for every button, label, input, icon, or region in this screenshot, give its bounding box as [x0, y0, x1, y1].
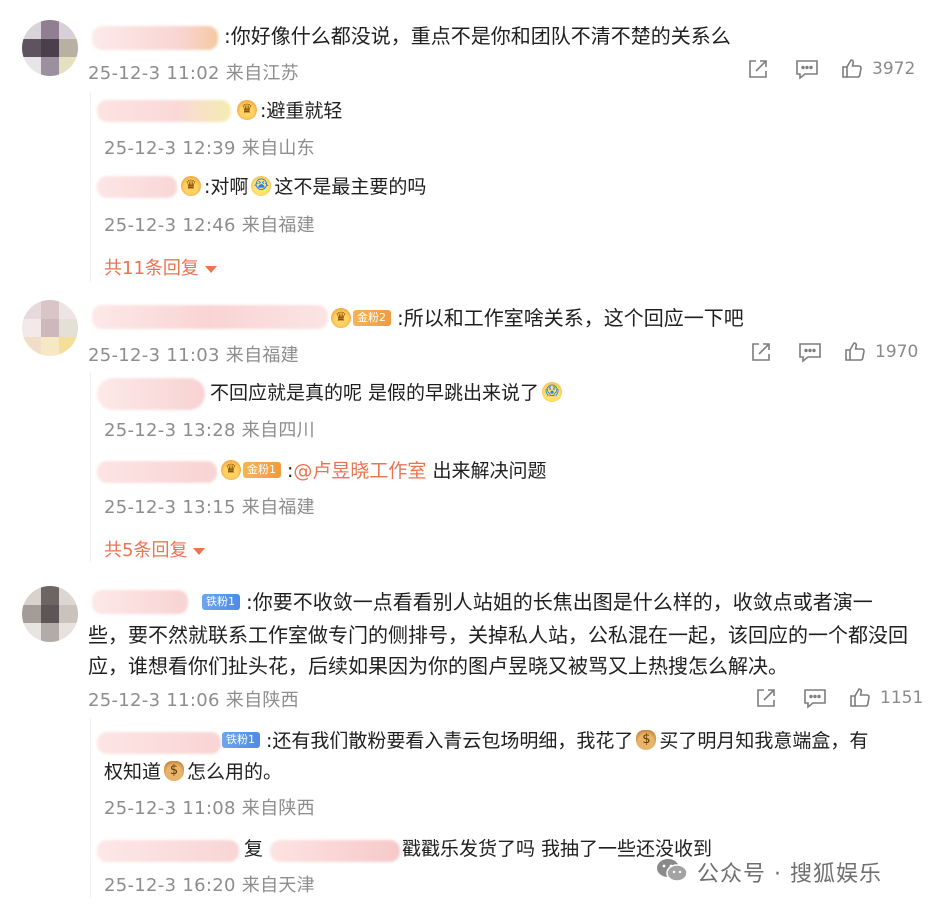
comment-meta: 25-12-3 11:03 来自福建 [88, 345, 299, 366]
reply-text: :对啊 [204, 176, 249, 198]
fan-badge: 铁粉1 [222, 731, 260, 748]
comment-actions: 1970 [749, 340, 918, 364]
money-bag-icon: $ [164, 760, 185, 781]
crown-badge-icon: ♛ [237, 99, 257, 120]
comment-text: 应，谁想看你们扯头花，后续如果因为你的图卢昱晓又被骂又上热搜怎么解决。 [88, 654, 788, 678]
reply-text: 买了明月知我意端盒，有 [659, 730, 869, 752]
chevron-down-icon [193, 547, 206, 555]
reply-row: 不回应就是真的呢 是假的早跳出来说了 😱 [210, 378, 565, 408]
watermark: 公众号 · 搜狐娱乐 [655, 856, 882, 888]
chevron-down-icon [204, 265, 217, 273]
share-icon[interactable] [749, 340, 773, 364]
reply-thread-line [90, 372, 91, 562]
reply-meta: 25-12-3 13:28 来自四川 [104, 420, 315, 441]
reply-row: ♛:避重就轻 [234, 96, 342, 126]
like-icon[interactable] [840, 57, 864, 81]
reply-row: 铁粉1 :还有我们散粉要看入青云包场明细，我花了 $ 买了明月知我意端盒，有 [220, 726, 868, 756]
comment-row: ♛ 金粉2 :所以和工作室啥关系，这个回应一下吧 [328, 303, 744, 334]
more-replies-link[interactable]: 共11条回复 [104, 254, 217, 280]
username-blurred[interactable] [92, 305, 328, 329]
watermark-text: 公众号 · 搜狐娱乐 [697, 862, 882, 887]
reply-thread-line [90, 718, 91, 898]
reply-text: 怎么用的。 [187, 761, 283, 783]
avatar[interactable] [22, 586, 78, 642]
like-icon[interactable] [843, 340, 867, 364]
comment-text: :所以和工作室啥关系，这个回应一下吧 [397, 306, 744, 330]
avatar[interactable] [22, 300, 78, 356]
fan-badge: 铁粉1 [202, 593, 240, 610]
comment-text: :你要不收敛一点看看别人站姐的长焦出图是什么样的，收敛点或者演一 [246, 590, 873, 614]
reply-text: 不回应就是真的呢 是假的早跳出来说了 [210, 382, 540, 404]
reply-text: :避重就轻 [260, 100, 343, 122]
comment-meta: 25-12-3 11:02 来自江苏 [88, 63, 299, 84]
more-replies-label: 共11条回复 [104, 258, 199, 279]
crying-emoji-icon: 😭 [251, 175, 272, 196]
username-blurred[interactable] [97, 176, 177, 198]
crown-badge-icon: ♛ [331, 307, 351, 328]
reply-row: ♛:对啊 😭 这不是最主要的吗 [178, 172, 426, 202]
like-icon[interactable] [848, 686, 872, 710]
username-blurred[interactable] [97, 732, 221, 754]
comment-actions: 1151 [754, 686, 923, 710]
username-blurred[interactable] [92, 26, 218, 50]
avatar[interactable] [22, 20, 78, 76]
like-count: 1151 [880, 688, 924, 708]
reply-text: 这不是最主要的吗 [274, 176, 427, 198]
fan-badge: 金粉2 [353, 309, 391, 326]
reply-text: :还有我们散粉要看入青云包场明细，我花了 [266, 730, 634, 752]
fan-badge: 金粉1 [243, 461, 281, 478]
comment-icon[interactable] [794, 57, 820, 81]
crown-badge-icon: ♛ [181, 175, 201, 196]
money-bag-icon: $ [636, 729, 657, 750]
comment-text: 些，要不然就联系工作室做专门的侧排号，关掉私人站，公私混在一起，该回应的一个都没… [88, 623, 908, 647]
reply-thread-line [90, 92, 91, 282]
username-blurred[interactable] [97, 100, 231, 122]
reply-text: 出来解决问题 [426, 460, 547, 482]
reply-row: 权知道 $ 怎么用的。 [104, 757, 282, 787]
more-replies-label: 共5条回复 [104, 540, 188, 561]
like-count: 1970 [875, 342, 919, 362]
comment-meta: 25-12-3 11:06 来自陕西 [88, 690, 299, 711]
comment-actions: 3972 [746, 57, 915, 81]
more-replies-link[interactable]: 共5条回复 [104, 536, 206, 562]
comment-icon[interactable] [802, 686, 828, 710]
reply-meta: 25-12-3 11:08 来自陕西 [104, 798, 315, 819]
like-count: 3972 [872, 59, 916, 79]
reply-meta: 25-12-3 16:20 来自天津 [104, 875, 315, 896]
crown-badge-icon: ♛ [221, 459, 241, 480]
reply-meta: 25-12-3 12:46 来自福建 [104, 215, 315, 236]
comment-row: 铁粉1 :你要不收敛一点看看别人站姐的长焦出图是什么样的，收敛点或者演一 [200, 587, 873, 618]
reply-word: 复 [244, 838, 264, 860]
username-blurred[interactable] [97, 840, 239, 862]
username-blurred[interactable] [270, 840, 400, 862]
reply-row: ♛ 金粉1:@卢昱晓工作室 出来解决问题 [218, 456, 546, 486]
username-blurred[interactable] [97, 378, 205, 410]
share-icon[interactable] [746, 57, 770, 81]
comment-icon[interactable] [797, 340, 823, 364]
username-blurred[interactable] [97, 461, 217, 483]
comment-text: :你好像什么都没说，重点不是你和团队不清不楚的关系么 [224, 24, 731, 48]
share-icon[interactable] [754, 686, 778, 710]
reply-meta: 25-12-3 12:39 来自山东 [104, 138, 315, 159]
mention-link[interactable]: @卢昱晓工作室 [293, 460, 426, 482]
username-blurred[interactable] [92, 590, 188, 614]
wechat-icon [655, 856, 689, 888]
crying-emoji-icon: 😱 [542, 381, 563, 402]
reply-text: 权知道 [104, 761, 162, 783]
reply-meta: 25-12-3 13:15 来自福建 [104, 497, 315, 518]
